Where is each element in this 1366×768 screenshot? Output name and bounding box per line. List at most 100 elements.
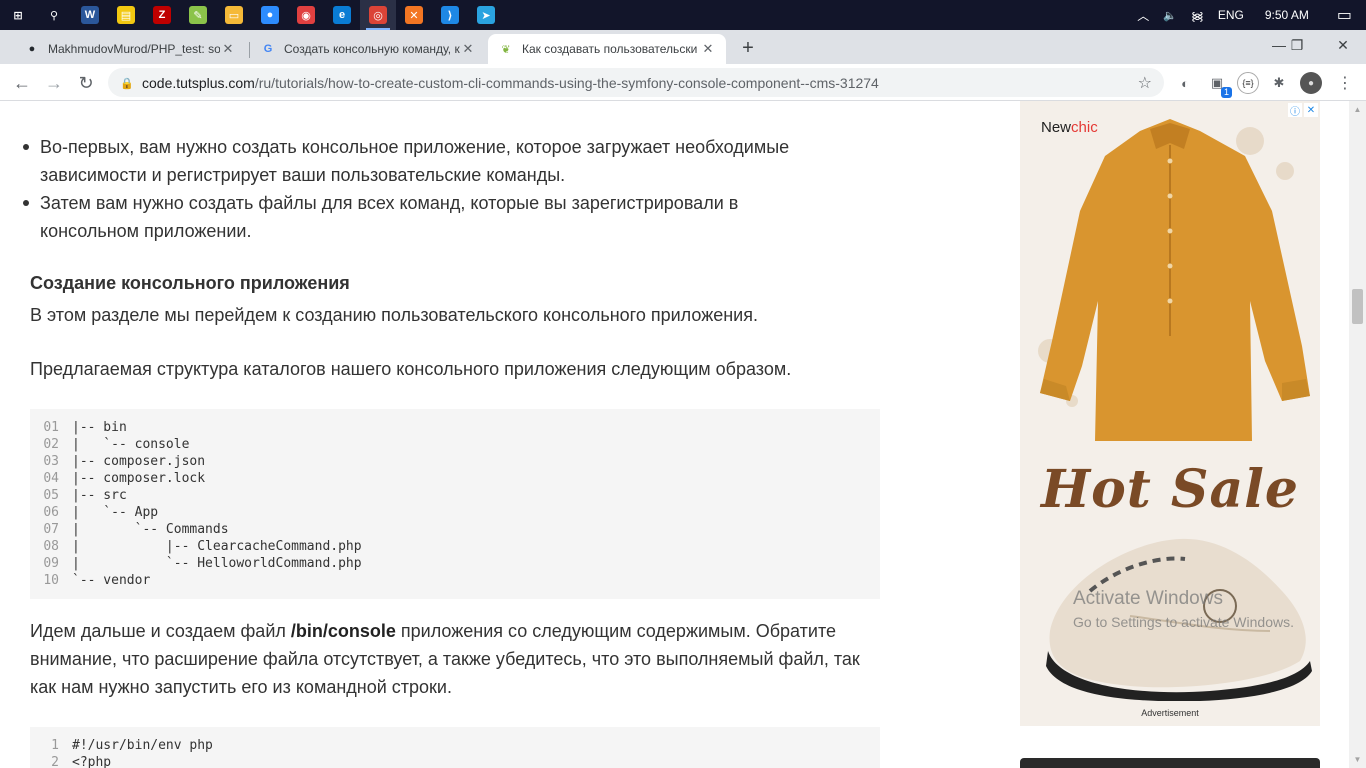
xampp-icon[interactable]: ✕ (396, 0, 432, 30)
search-icon-glyph: ⚲ (49, 9, 59, 22)
code-line: 06 | `-- App (30, 504, 880, 521)
chrome-icon[interactable]: ◎ (360, 0, 396, 30)
word-icon-glyph: W (81, 6, 99, 24)
taskbar-apps: ⊞ ⚲ W ▤ Z ✎ ▭ ● ◉ e ◎ ✕ ⟩ ➤ (0, 0, 504, 30)
chrome-menu-icon[interactable]: ⋮ (1334, 72, 1356, 94)
tray-chevron-icon[interactable]: ︿ (1130, 0, 1156, 30)
line-number: 04 (43, 471, 59, 486)
windows-taskbar: ⊞ ⚲ W ▤ Z ✎ ▭ ● ◉ e ◎ ✕ ⟩ ➤ ︿ 🔈 ᯼ ENG 9:50 AM ▭ (0, 0, 1366, 30)
page-scrollbar[interactable]: ▲ ▼ (1349, 101, 1366, 768)
code-line: 1 #!/usr/bin/env php (30, 737, 880, 754)
telegram-icon[interactable]: ➤ (468, 0, 504, 30)
close-tab-icon[interactable]: ✕ (220, 41, 236, 57)
file-path-bold: /bin/console (290, 621, 396, 641)
word-icon[interactable]: W (72, 0, 108, 30)
extension-json-icon[interactable]: {≡} (1237, 72, 1259, 94)
extension-shield-icon[interactable]: ◐ (1174, 72, 1196, 94)
close-window-button[interactable]: ✕ (1320, 30, 1366, 60)
file-explorer-icon-glyph: ▭ (225, 6, 243, 24)
list-item: Затем вам нужно создать файлы для всех к… (23, 189, 840, 245)
tab-title: Создать консольную команду, к (284, 42, 460, 56)
tab-github[interactable]: ● MakhmudovMurod/PHP_test: so ✕ (14, 34, 246, 64)
shirt-image (1038, 119, 1310, 441)
app-yellow-icon[interactable]: ✎ (180, 0, 216, 30)
bookmark-star-icon[interactable]: ☆ (1138, 73, 1152, 93)
telegram-icon-glyph: ➤ (477, 6, 495, 24)
page-viewport: Во-первых, вам нужно создать консольное … (0, 101, 1349, 768)
line-number: 09 (43, 556, 59, 571)
vscode-icon-glyph: ⟩ (441, 6, 459, 24)
close-tab-icon[interactable]: ✕ (700, 41, 716, 57)
code-line: 05 |-- src (30, 487, 880, 504)
language-indicator[interactable]: ENG (1211, 0, 1251, 30)
url-host: code.tutsplus.com (142, 74, 255, 91)
address-bar[interactable]: 🔒 code.tutsplus.com/ru/tutorials/how-to-… (108, 68, 1164, 97)
vscode-icon[interactable]: ⟩ (432, 0, 468, 30)
code-text: | `-- console (72, 437, 190, 452)
search-icon[interactable]: ⚲ (36, 0, 72, 30)
filezilla-icon-glyph: Z (153, 6, 171, 24)
extension-box-icon[interactable]: ▣ 1 (1206, 72, 1232, 98)
code-block-structure: 01 |-- bin 02 | `-- console 03 |-- composer.j… (30, 409, 880, 599)
app-satellite-icon[interactable]: ◉ (288, 0, 324, 30)
notifications-icon[interactable]: ▭ (1323, 0, 1366, 30)
windows-start-icon[interactable]: ⊞ (0, 0, 36, 30)
line-number: 06 (43, 505, 59, 520)
code-line: 07 | `-- Commands (30, 521, 880, 538)
line-number: 02 (43, 437, 59, 452)
edge-icon[interactable]: e (324, 0, 360, 30)
sticky-notes-icon[interactable]: ▤ (108, 0, 144, 30)
code-line: 04 |-- composer.lock (30, 470, 880, 487)
tab-title: Как создавать пользовательски (522, 42, 698, 56)
scroll-up-arrow-icon[interactable]: ▲ (1349, 101, 1366, 118)
lock-icon[interactable]: 🔒 (120, 77, 134, 90)
zoom-icon[interactable]: ● (252, 0, 288, 30)
code-text: | |-- ClearcacheCommand.php (72, 539, 362, 554)
code-line: 02 | `-- console (30, 436, 880, 453)
reload-button[interactable]: ↻ (72, 69, 100, 97)
extension-badge: 1 (1220, 87, 1232, 98)
close-tab-icon[interactable]: ✕ (460, 41, 476, 57)
ad-headline: Hot Sale (1040, 459, 1300, 520)
extensions-puzzle-icon[interactable]: ✱ (1268, 72, 1290, 94)
browser-toolbar: ← → ↻ 🔒 code.tutsplus.com/ru/tutorials/h… (0, 64, 1366, 101)
code-text: |-- composer.lock (72, 471, 206, 486)
maximize-button[interactable]: ❐ (1274, 30, 1320, 60)
clock[interactable]: 9:50 AM (1251, 0, 1323, 30)
filezilla-icon[interactable]: Z (144, 0, 180, 30)
code-line: 2 <?php (30, 754, 880, 768)
back-button[interactable]: ← (8, 69, 36, 97)
new-tab-button[interactable]: + (736, 36, 760, 60)
code-text: `-- vendor (72, 573, 151, 588)
code-text: |-- bin (72, 420, 127, 435)
github-icon: ● (28, 43, 36, 55)
activation-watermark-title: Activate Windows (1073, 588, 1223, 609)
line-number: 05 (43, 488, 59, 503)
xampp-icon-glyph: ✕ (405, 6, 423, 24)
chrome-icon-glyph: ◎ (369, 6, 387, 24)
forward-button[interactable]: → (40, 69, 68, 97)
activation-watermark-subtitle: Go to Settings to activate Windows. (1073, 614, 1294, 630)
line-number: 03 (43, 454, 59, 469)
structure-intro: Предлагаемая структура каталогов нашего … (30, 359, 792, 379)
profile-avatar[interactable]: ● (1300, 72, 1322, 94)
envato-tuts-icon: ❦ (501, 43, 511, 56)
line-number: 07 (43, 522, 59, 537)
tab-title: MakhmudovMurod/PHP_test: so (48, 42, 220, 56)
advertisement[interactable]: ⓘ ✕ Newchic Hot Sale Advertisement (1020, 101, 1320, 726)
zoom-icon-glyph: ● (261, 6, 279, 24)
tab-google[interactable]: G Создать консольную команду, к ✕ (250, 34, 486, 64)
code-text: | `-- App (72, 505, 159, 520)
google-icon: G (263, 43, 273, 55)
file-explorer-icon[interactable]: ▭ (216, 0, 252, 30)
scroll-down-arrow-icon[interactable]: ▼ (1349, 751, 1366, 768)
code-text: | `-- Commands (72, 522, 229, 537)
section-intro: В этом разделе мы перейдем к созданию по… (30, 305, 758, 325)
volume-icon[interactable]: 🔈 (1156, 0, 1184, 30)
sticky-notes-icon-glyph: ▤ (117, 6, 135, 24)
network-icon[interactable]: ᯼ (1184, 0, 1211, 30)
scrollbar-thumb[interactable] (1352, 289, 1363, 324)
line-number: 08 (43, 539, 59, 554)
tab-tutsplus[interactable]: ❦ Как создавать пользовательски ✕ (488, 34, 726, 64)
code-text: | `-- HelloworldCommand.php (72, 556, 362, 571)
